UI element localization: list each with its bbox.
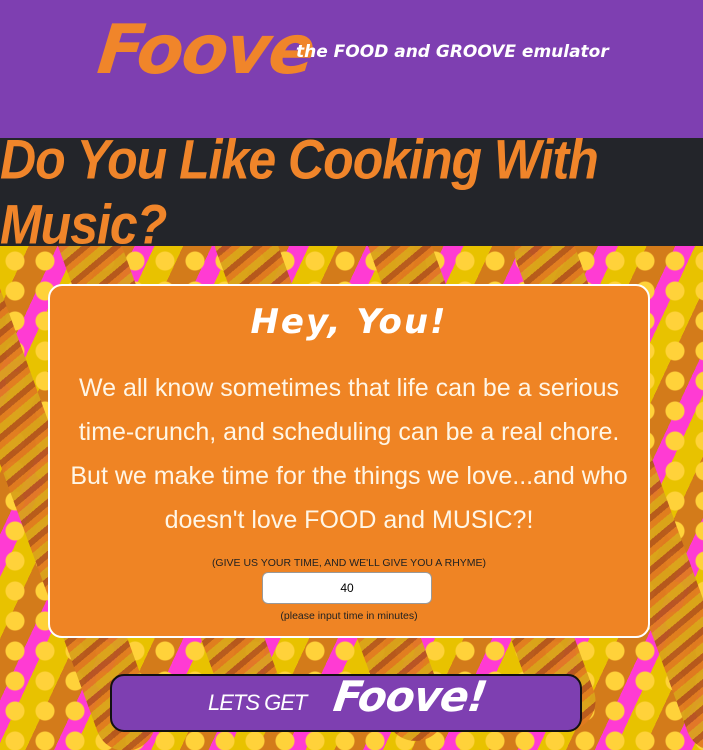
card-title: Hey, You! (250, 302, 448, 342)
time-input-hint: (please input time in minutes) (280, 610, 418, 622)
time-prompt: (GIVE US YOUR TIME, AND WE'LL GIVE YOU A… (211, 557, 487, 569)
time-minutes-input[interactable] (262, 572, 432, 604)
tagline: the FOOD and GROOVE emulator (296, 42, 609, 62)
banner-title: Do You Like Cooking With Music? (0, 128, 599, 256)
cta-brand-text: Foove! (330, 672, 490, 721)
cta-lead-text: LETS GET (208, 690, 307, 715)
hero-banner: Do You Like Cooking With Music? (0, 128, 703, 256)
intro-card: Hey, You! We all know sometimes that lif… (48, 284, 650, 638)
lets-get-foove-button[interactable]: LETS GET Foove! (110, 672, 582, 732)
site-header: Foove the FOOD and GROOVE emulator (0, 0, 703, 138)
foove-logo[interactable]: Foove (93, 6, 318, 96)
card-body: We all know sometimes that life can be a… (70, 374, 628, 534)
